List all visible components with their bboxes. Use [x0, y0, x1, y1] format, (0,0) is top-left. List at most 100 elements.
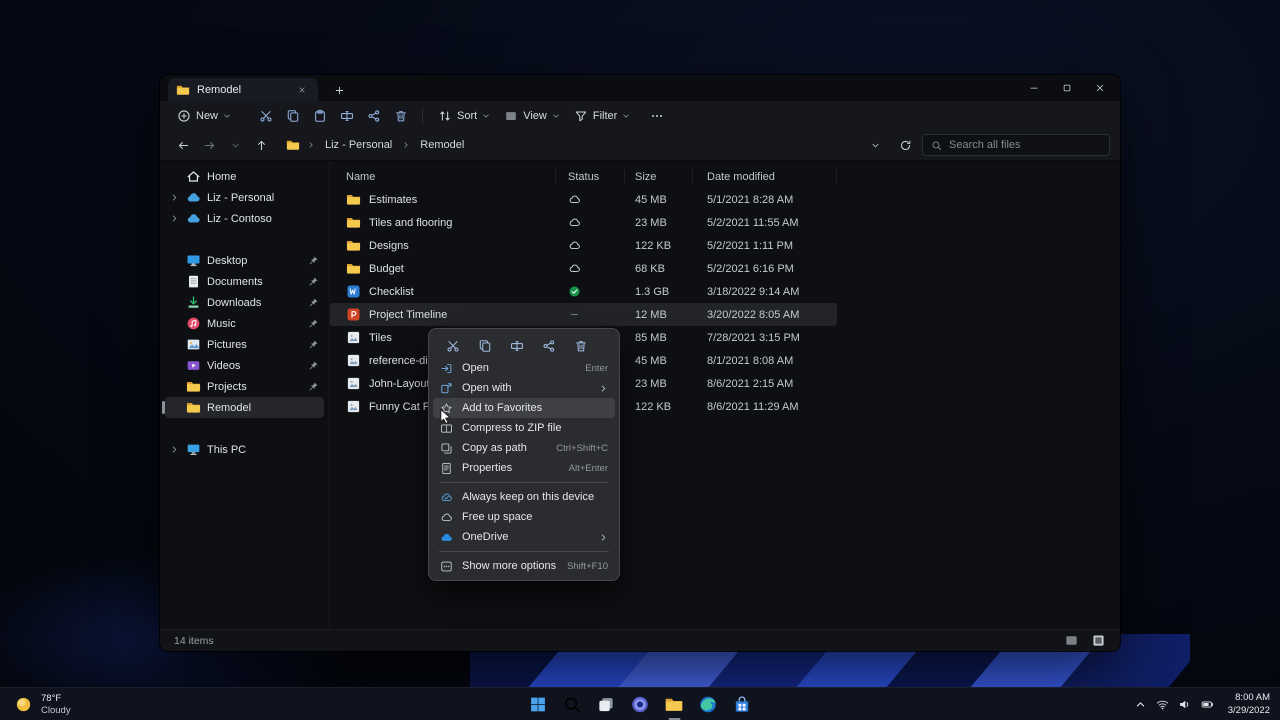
file-row-project-timeline[interactable]: Project Timeline 12 MB 3/20/2022 8:05 AM: [330, 303, 837, 326]
maximize-button[interactable]: [1050, 75, 1083, 101]
view-button[interactable]: View: [497, 105, 567, 127]
sidebar-item-remodel[interactable]: Remodel: [162, 397, 324, 418]
sidebar-item-music[interactable]: Music: [165, 313, 324, 334]
downloads-icon: [186, 295, 201, 310]
file-row-estimates[interactable]: Estimates 45 MB 5/1/2021 8:28 AM: [330, 188, 837, 211]
sidebar-item-liz-contoso[interactable]: Liz - Contoso: [165, 208, 324, 229]
cut-icon: [259, 109, 273, 123]
submenu-chevron-icon: [599, 533, 608, 542]
sidebar-item-documents[interactable]: Documents: [165, 271, 324, 292]
trash-button[interactable]: [573, 338, 589, 354]
column-header-date-modified[interactable]: Date modified: [693, 170, 837, 184]
sidebar-item-desktop[interactable]: Desktop: [165, 250, 324, 271]
column-header-name[interactable]: Name: [330, 170, 556, 184]
menu-item-copy-as-path[interactable]: Copy as path Ctrl+Shift+C: [433, 438, 615, 458]
share-button[interactable]: [541, 338, 557, 354]
sidebar-item-home[interactable]: Home: [165, 166, 324, 187]
menu-item-compress-to-zip-file[interactable]: Compress to ZIP file: [433, 418, 615, 438]
file-explorer-button[interactable]: [661, 690, 688, 719]
file-row-checklist[interactable]: Checklist 1.3 GB 3/18/2022 9:14 AM: [330, 280, 837, 303]
sidebar-item-liz-personal[interactable]: Liz - Personal: [165, 187, 324, 208]
volume-button[interactable]: [1178, 698, 1191, 711]
large-icons-view-button[interactable]: [1091, 633, 1106, 648]
recent-locations-button[interactable]: [222, 133, 248, 157]
refresh-button[interactable]: [892, 133, 918, 157]
see-more-button[interactable]: [643, 104, 670, 128]
forward-button[interactable]: [196, 133, 222, 157]
sidebar-item-projects[interactable]: Projects: [165, 376, 324, 397]
minimize-button[interactable]: [1017, 75, 1050, 101]
pin-icon: [308, 318, 319, 329]
start-button[interactable]: [525, 690, 552, 719]
cut-button[interactable]: [252, 104, 279, 128]
chevron-up-icon: [1134, 698, 1147, 711]
rename-button[interactable]: [333, 104, 360, 128]
file-date-modified: 3/18/2022 9:14 AM: [707, 285, 800, 298]
details-view-button[interactable]: [1064, 633, 1079, 648]
sidebar-item-videos[interactable]: Videos: [165, 355, 324, 376]
file-date-modified: 8/6/2021 11:29 AM: [707, 400, 799, 413]
menu-item-open[interactable]: Open Enter: [433, 358, 615, 378]
sidebar-item-label: Remodel: [207, 401, 252, 414]
network-button[interactable]: [1156, 698, 1169, 711]
search-button[interactable]: [559, 690, 586, 719]
weather-widget[interactable]: 78°F Cloudy: [14, 688, 71, 720]
task-view-button[interactable]: [593, 690, 620, 719]
sort-button[interactable]: Sort: [431, 105, 497, 127]
pin-icon: [308, 297, 319, 308]
tray-overflow-button[interactable]: [1134, 698, 1147, 711]
onedrive-icon: [440, 531, 453, 544]
breadcrumb-remodel[interactable]: Remodel: [417, 137, 467, 153]
view-icon: [504, 109, 518, 123]
paste-button[interactable]: [306, 104, 333, 128]
file-name-cell: Checklist: [330, 284, 556, 299]
menu-item-onedrive[interactable]: OneDrive: [433, 527, 615, 547]
share-button[interactable]: [360, 104, 387, 128]
edge-button[interactable]: [695, 690, 722, 719]
breadcrumb-liz-personal[interactable]: Liz - Personal: [322, 137, 395, 153]
column-header-size[interactable]: Size: [625, 170, 693, 184]
battery-button[interactable]: [1200, 698, 1215, 711]
menu-item-add-to-favorites[interactable]: Add to Favorites: [433, 398, 615, 418]
rename-button[interactable]: [509, 338, 525, 354]
delete-button[interactable]: [387, 104, 414, 128]
column-header-status[interactable]: Status: [556, 170, 625, 184]
share-icon: [542, 339, 556, 353]
cloudsolid-icon: [186, 211, 201, 226]
close-button[interactable]: [1083, 75, 1116, 101]
menu-item-label: Show more options: [462, 560, 557, 572]
tab-close-button[interactable]: [294, 82, 310, 98]
scissors-button[interactable]: [445, 338, 461, 354]
menu-item-always-keep-on-this-device[interactable]: Always keep on this device: [433, 487, 615, 507]
file-row-budget[interactable]: Budget 68 KB 5/2/2021 6:16 PM: [330, 257, 837, 280]
sidebar-section-gap: [160, 229, 329, 250]
menu-item-free-up-space[interactable]: Free up space: [433, 507, 615, 527]
copy-button[interactable]: [279, 104, 306, 128]
window-body: Home Liz - Personal Liz - Contoso Desktop Do…: [160, 161, 1120, 629]
copy-button[interactable]: [477, 338, 493, 354]
filter-button[interactable]: Filter: [567, 105, 637, 127]
back-button[interactable]: [170, 133, 196, 157]
pictures-icon: [186, 337, 201, 352]
sidebar-item-pictures[interactable]: Pictures: [165, 334, 324, 355]
forward-icon: [203, 139, 216, 152]
address-dropdown-button[interactable]: [862, 133, 888, 157]
copy-icon: [286, 109, 300, 123]
up-button[interactable]: [248, 133, 274, 157]
menu-item-open-with[interactable]: Open with: [433, 378, 615, 398]
new-button[interactable]: New: [170, 105, 238, 127]
menu-item-show-more-options[interactable]: Show more options Shift+F10: [433, 556, 615, 576]
sidebar-item-downloads[interactable]: Downloads: [165, 292, 324, 313]
tab-remodel[interactable]: Remodel: [168, 78, 318, 101]
new-tab-button[interactable]: [330, 81, 348, 99]
file-row-designs[interactable]: Designs 122 KB 5/2/2021 1:11 PM: [330, 234, 837, 257]
clock[interactable]: 8:00 AM 3/29/2022: [1228, 692, 1270, 717]
menu-item-properties[interactable]: Properties Alt+Enter: [433, 458, 615, 478]
properties-icon: [440, 462, 453, 475]
command-toolbar: New Sort View Filter: [160, 101, 1120, 130]
sidebar-item-this-pc[interactable]: This PC: [165, 439, 324, 460]
cortana-button[interactable]: [627, 690, 654, 719]
search-input[interactable]: Search all files: [922, 134, 1110, 156]
file-row-tiles-and-flooring[interactable]: Tiles and flooring 23 MB 5/2/2021 11:55 AM: [330, 211, 837, 234]
store-button[interactable]: [729, 690, 756, 719]
